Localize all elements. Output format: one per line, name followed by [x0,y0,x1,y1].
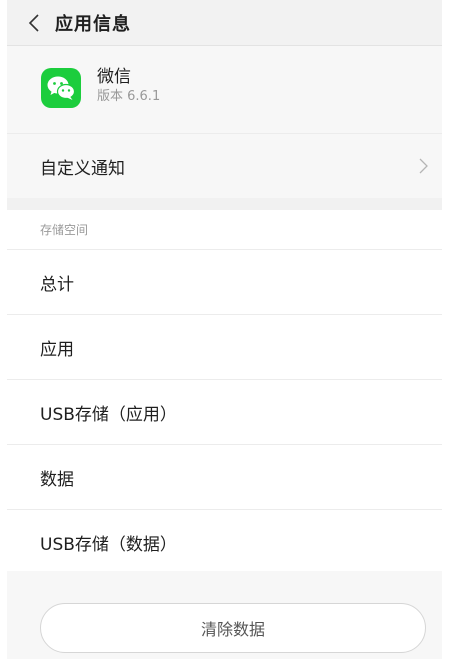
wechat-icon [41,67,81,108]
storage-row-usb-data: USB存储（数据） [40,535,177,555]
page-title: 应用信息 [55,13,131,35]
app-name: 微信 [97,66,131,87]
chevron-left-icon [28,13,39,32]
storage-row-usb-app: USB存储（应用） [7,380,442,445]
storage-section-title: 存储空间 [7,210,442,250]
app-version: 版本 6.6.1 [97,88,161,104]
bottom-action-area: 清除数据 [7,571,442,659]
section-divider [7,198,442,210]
back-button[interactable] [17,0,51,46]
top-bar: 应用信息 [7,0,442,46]
app-summary: 微信 版本 6.6.1 [7,46,442,134]
app-info-screen: 应用信息 微信 版本 6.6.1 自定义通知 存储空间 总计 应用 USB存储（… [7,0,442,659]
storage-row-total: 总计 [7,250,442,315]
storage-section: 存储空间 总计 应用 USB存储（应用） 数据 USB存储（数据） [7,210,442,575]
chevron-right-icon [419,158,428,174]
clear-data-button[interactable]: 清除数据 [40,603,426,653]
storage-row-data: 数据 [7,445,442,510]
custom-notification-label: 自定义通知 [40,158,125,179]
storage-row-app: 应用 [7,315,442,380]
custom-notification-row[interactable]: 自定义通知 [7,134,442,198]
app-text: 微信 版本 6.6.1 [97,66,160,106]
